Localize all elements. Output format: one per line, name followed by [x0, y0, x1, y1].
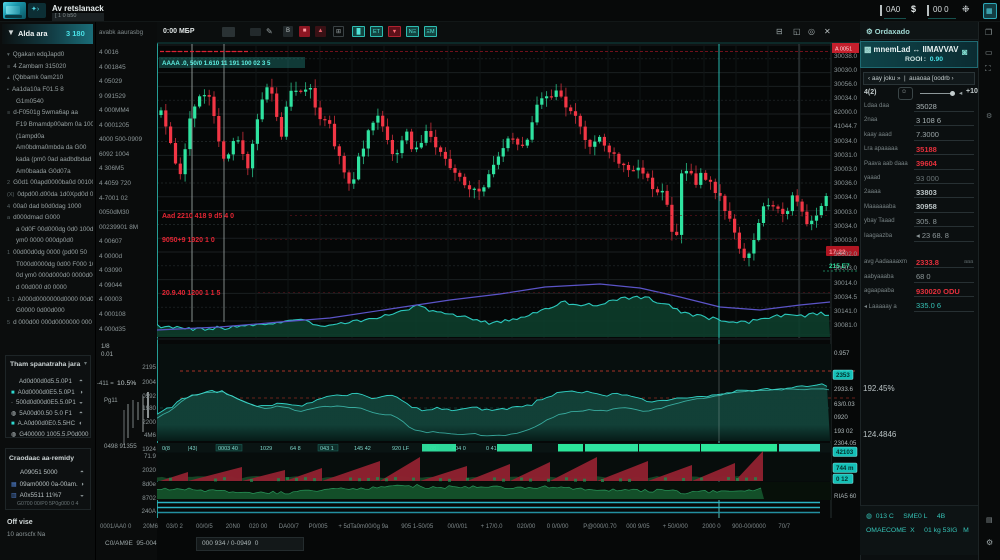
svg-text:2304.05: 2304.05: [834, 440, 857, 447]
svg-text:0(8: 0(8: [162, 446, 170, 452]
svg-text:A 0051: A 0051: [835, 47, 852, 53]
svg-text:30081.0: 30081.0: [834, 322, 858, 329]
svg-text:0920: 0920: [834, 414, 848, 421]
svg-text:30003.0: 30003.0: [834, 209, 858, 216]
svg-text:2353: 2353: [836, 372, 850, 379]
svg-text:30036.0: 30036.0: [834, 180, 858, 187]
svg-text:0003 40: 0003 40: [218, 446, 238, 452]
svg-text:30030.0: 30030.0: [834, 67, 858, 74]
svg-text:043 1: 043 1: [320, 446, 334, 452]
svg-text:41044.7: 41044.7: [834, 123, 858, 130]
svg-text:145 42: 145 42: [354, 446, 371, 452]
svg-text:2933.6: 2933.6: [834, 386, 853, 393]
svg-text:30034.5: 30034.5: [834, 294, 858, 301]
svg-text:920 LF: 920 LF: [392, 446, 410, 452]
svg-text:30034.0: 30034.0: [834, 223, 858, 230]
svg-text:AAAA .0, 50/0 1.610 11 191 100: AAAA .0, 50/0 1.610 11 191 100 02 3 5: [162, 60, 271, 67]
svg-text:Pɡ11: Pɡ11: [104, 398, 118, 404]
svg-text:63/0.03: 63/0.03: [834, 401, 855, 408]
svg-text:30034.0: 30034.0: [834, 138, 858, 145]
svg-text:30034.0: 30034.0: [834, 95, 858, 102]
svg-text:9050+9 1920 1 0: 9050+9 1920 1 0: [162, 237, 215, 244]
svg-text:30003.0: 30003.0: [834, 265, 858, 272]
svg-text:30014.0: 30014.0: [834, 280, 858, 287]
svg-text:Aad 2210 418 9 d5 4 0: Aad 2210 418 9 d5 4 0: [162, 213, 234, 220]
svg-text:20.9.40 1200 1 1 5: 20.9.40 1200 1 1 5: [162, 290, 220, 297]
svg-text:30038.0: 30038.0: [834, 53, 858, 60]
svg-text:30056.0: 30056.0: [834, 81, 858, 88]
svg-text:30002.0: 30002.0: [834, 251, 858, 258]
svg-text:193 02: 193 02: [834, 428, 853, 435]
svg-text:0.957: 0.957: [834, 350, 850, 357]
svg-text:64 8: 64 8: [290, 446, 301, 452]
svg-text:30031.0: 30031.0: [834, 152, 858, 159]
svg-text:744 m: 744 m: [836, 465, 854, 472]
svg-text:62000.0: 62000.0: [834, 109, 858, 116]
svg-text:30003.0: 30003.0: [834, 237, 858, 244]
svg-text:30003.0: 30003.0: [834, 166, 858, 173]
svg-text:|43|: |43|: [188, 446, 197, 452]
svg-text:0 41: 0 41: [486, 446, 497, 452]
svg-text:RIA5 60: RIA5 60: [834, 493, 857, 500]
svg-text:30141.0: 30141.0: [834, 308, 858, 315]
svg-text:1029: 1029: [260, 446, 272, 452]
svg-text:0 12: 0 12: [836, 476, 849, 483]
svg-text:30034.0: 30034.0: [834, 194, 858, 201]
svg-text:42103: 42103: [836, 449, 854, 456]
